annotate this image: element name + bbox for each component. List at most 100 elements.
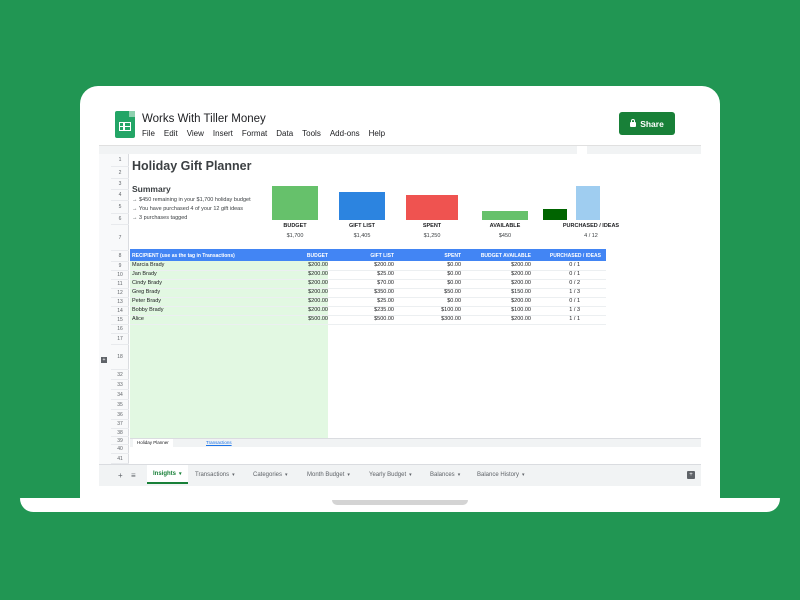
value-cell[interactable]: $200.00 <box>374 262 394 268</box>
row-number[interactable]: 5 <box>111 201 129 214</box>
row-number[interactable]: 7 <box>111 225 129 251</box>
value-cell[interactable]: $200.00 <box>511 298 531 304</box>
recipient-cell[interactable]: Peter Brady <box>132 298 161 304</box>
value-cell[interactable]: $200.00 <box>308 280 328 286</box>
share-button[interactable]: Share <box>619 112 675 135</box>
row-number[interactable]: 13 <box>111 298 129 307</box>
value-cell[interactable]: 0 / 1 <box>569 298 580 304</box>
value-cell[interactable]: $25.00 <box>377 271 394 277</box>
value-cell[interactable]: $200.00 <box>308 298 328 304</box>
value-cell[interactable]: $200.00 <box>308 307 328 313</box>
sheet-tab[interactable]: Balance History ▾ <box>477 465 525 484</box>
menu-view[interactable]: View <box>187 129 204 138</box>
col-header-gift-list[interactable]: GIFT LIST <box>370 253 394 259</box>
row-number[interactable]: 33 <box>111 380 129 390</box>
inner-tab-holiday-planner[interactable]: Holiday Planner <box>133 439 173 447</box>
value-cell[interactable]: $0.00 <box>447 271 461 277</box>
recipient-cell[interactable]: Bobby Brady <box>132 307 164 313</box>
row-number[interactable]: 15 <box>111 316 129 325</box>
sheet-tab[interactable]: Transactions ▾ <box>195 465 235 484</box>
row-number[interactable]: 37 <box>111 420 129 429</box>
sheet-tab[interactable]: Yearly Budget ▾ <box>369 465 412 484</box>
value-cell[interactable]: $300.00 <box>441 316 461 322</box>
menu-edit[interactable]: Edit <box>164 129 178 138</box>
row-number[interactable]: 18 <box>111 345 129 370</box>
row-number[interactable]: 35 <box>111 400 129 410</box>
menu-help[interactable]: Help <box>369 129 385 138</box>
col-header-purchased-ideas[interactable]: PURCHASED / IDEAS <box>550 253 601 259</box>
value-cell[interactable]: $200.00 <box>511 280 531 286</box>
row-number[interactable]: 11 <box>111 280 129 289</box>
row-number[interactable]: 17 <box>111 334 129 345</box>
recipient-cell[interactable]: Marcia Brady <box>132 262 164 268</box>
value-cell[interactable]: $235.00 <box>374 307 394 313</box>
value-cell[interactable]: $0.00 <box>447 298 461 304</box>
expand-icon[interactable]: + <box>101 357 107 363</box>
value-cell[interactable]: 0 / 1 <box>569 271 580 277</box>
value-cell[interactable]: $70.00 <box>377 280 394 286</box>
row-number[interactable]: 34 <box>111 390 129 400</box>
sheet-tab[interactable]: Insights ▾ <box>147 465 188 484</box>
col-header-budget-available[interactable]: BUDGET AVAILABLE <box>481 253 531 259</box>
recipient-cell[interactable]: Cindy Brady <box>132 280 162 286</box>
col-header-spent[interactable]: SPENT <box>444 253 461 259</box>
row-number[interactable]: 4 <box>111 190 129 201</box>
value-cell[interactable]: $25.00 <box>377 298 394 304</box>
value-cell[interactable]: $100.00 <box>511 307 531 313</box>
recipient-cell[interactable]: Jan Brady <box>132 271 157 277</box>
sheet-tab[interactable]: Balances ▾ <box>430 465 460 484</box>
row-number[interactable]: 36 <box>111 410 129 420</box>
row-number[interactable]: 40 <box>111 445 129 454</box>
row-number[interactable]: 9 <box>111 262 129 271</box>
value-cell[interactable]: $0.00 <box>447 280 461 286</box>
row-number[interactable]: 39 <box>111 437 129 445</box>
row-number[interactable]: 12 <box>111 289 129 298</box>
value-cell[interactable]: $50.00 <box>444 289 461 295</box>
value-cell[interactable]: 0 / 1 <box>569 262 580 268</box>
value-cell[interactable]: $200.00 <box>308 262 328 268</box>
sheets-logo-icon[interactable] <box>115 111 135 138</box>
sheet-tab[interactable]: Month Budget ▾ <box>307 465 350 484</box>
value-cell[interactable]: 1 / 3 <box>569 307 580 313</box>
menu-insert[interactable]: Insert <box>213 129 233 138</box>
row-number[interactable]: 2 <box>111 167 129 179</box>
value-cell[interactable]: $150.00 <box>511 289 531 295</box>
row-number[interactable]: 14 <box>111 307 129 316</box>
row-number[interactable]: 38 <box>111 429 129 437</box>
explore-icon[interactable]: + <box>687 471 695 479</box>
value-cell[interactable]: $200.00 <box>308 271 328 277</box>
menu-format[interactable]: Format <box>242 129 267 138</box>
value-cell[interactable]: $500.00 <box>308 316 328 322</box>
value-cell[interactable]: $200.00 <box>511 271 531 277</box>
value-cell[interactable]: 1 / 1 <box>569 316 580 322</box>
row-number[interactable]: 8 <box>111 251 129 262</box>
row-number[interactable]: 1 <box>111 154 129 167</box>
recipient-cell[interactable]: Alice <box>132 316 144 322</box>
row-number[interactable]: 32 <box>111 370 129 380</box>
menu-tools[interactable]: Tools <box>302 129 321 138</box>
value-cell[interactable]: $200.00 <box>511 316 531 322</box>
sheet-tab[interactable]: Categories ▾ <box>253 465 288 484</box>
value-cell[interactable]: $100.00 <box>441 307 461 313</box>
all-sheets-icon[interactable]: ≡ <box>131 471 136 480</box>
document-title[interactable]: Works With Tiller Money <box>142 113 266 125</box>
row-number[interactable]: 3 <box>111 179 129 190</box>
row-number[interactable]: 6 <box>111 214 129 225</box>
value-cell[interactable]: $200.00 <box>308 289 328 295</box>
row-number[interactable]: 16 <box>111 325 129 334</box>
value-cell[interactable]: $500.00 <box>374 316 394 322</box>
value-cell[interactable]: $0.00 <box>447 262 461 268</box>
menu-file[interactable]: File <box>142 129 155 138</box>
menu-data[interactable]: Data <box>276 129 293 138</box>
row-number[interactable]: 10 <box>111 271 129 280</box>
col-header-budget[interactable]: BUDGET <box>307 253 328 259</box>
value-cell[interactable]: 1 / 3 <box>569 289 580 295</box>
menu-add-ons[interactable]: Add-ons <box>330 129 360 138</box>
col-header-recipient[interactable]: RECIPIENT (use as the tag in Transaction… <box>132 253 235 259</box>
value-cell[interactable]: $350.00 <box>374 289 394 295</box>
add-sheet-icon[interactable]: + <box>118 471 123 480</box>
recipient-cell[interactable]: Greg Brady <box>132 289 160 295</box>
value-cell[interactable]: 0 / 2 <box>569 280 580 286</box>
row-number[interactable]: 41 <box>111 454 129 464</box>
inner-tab-transactions[interactable]: Transactions <box>202 439 236 447</box>
